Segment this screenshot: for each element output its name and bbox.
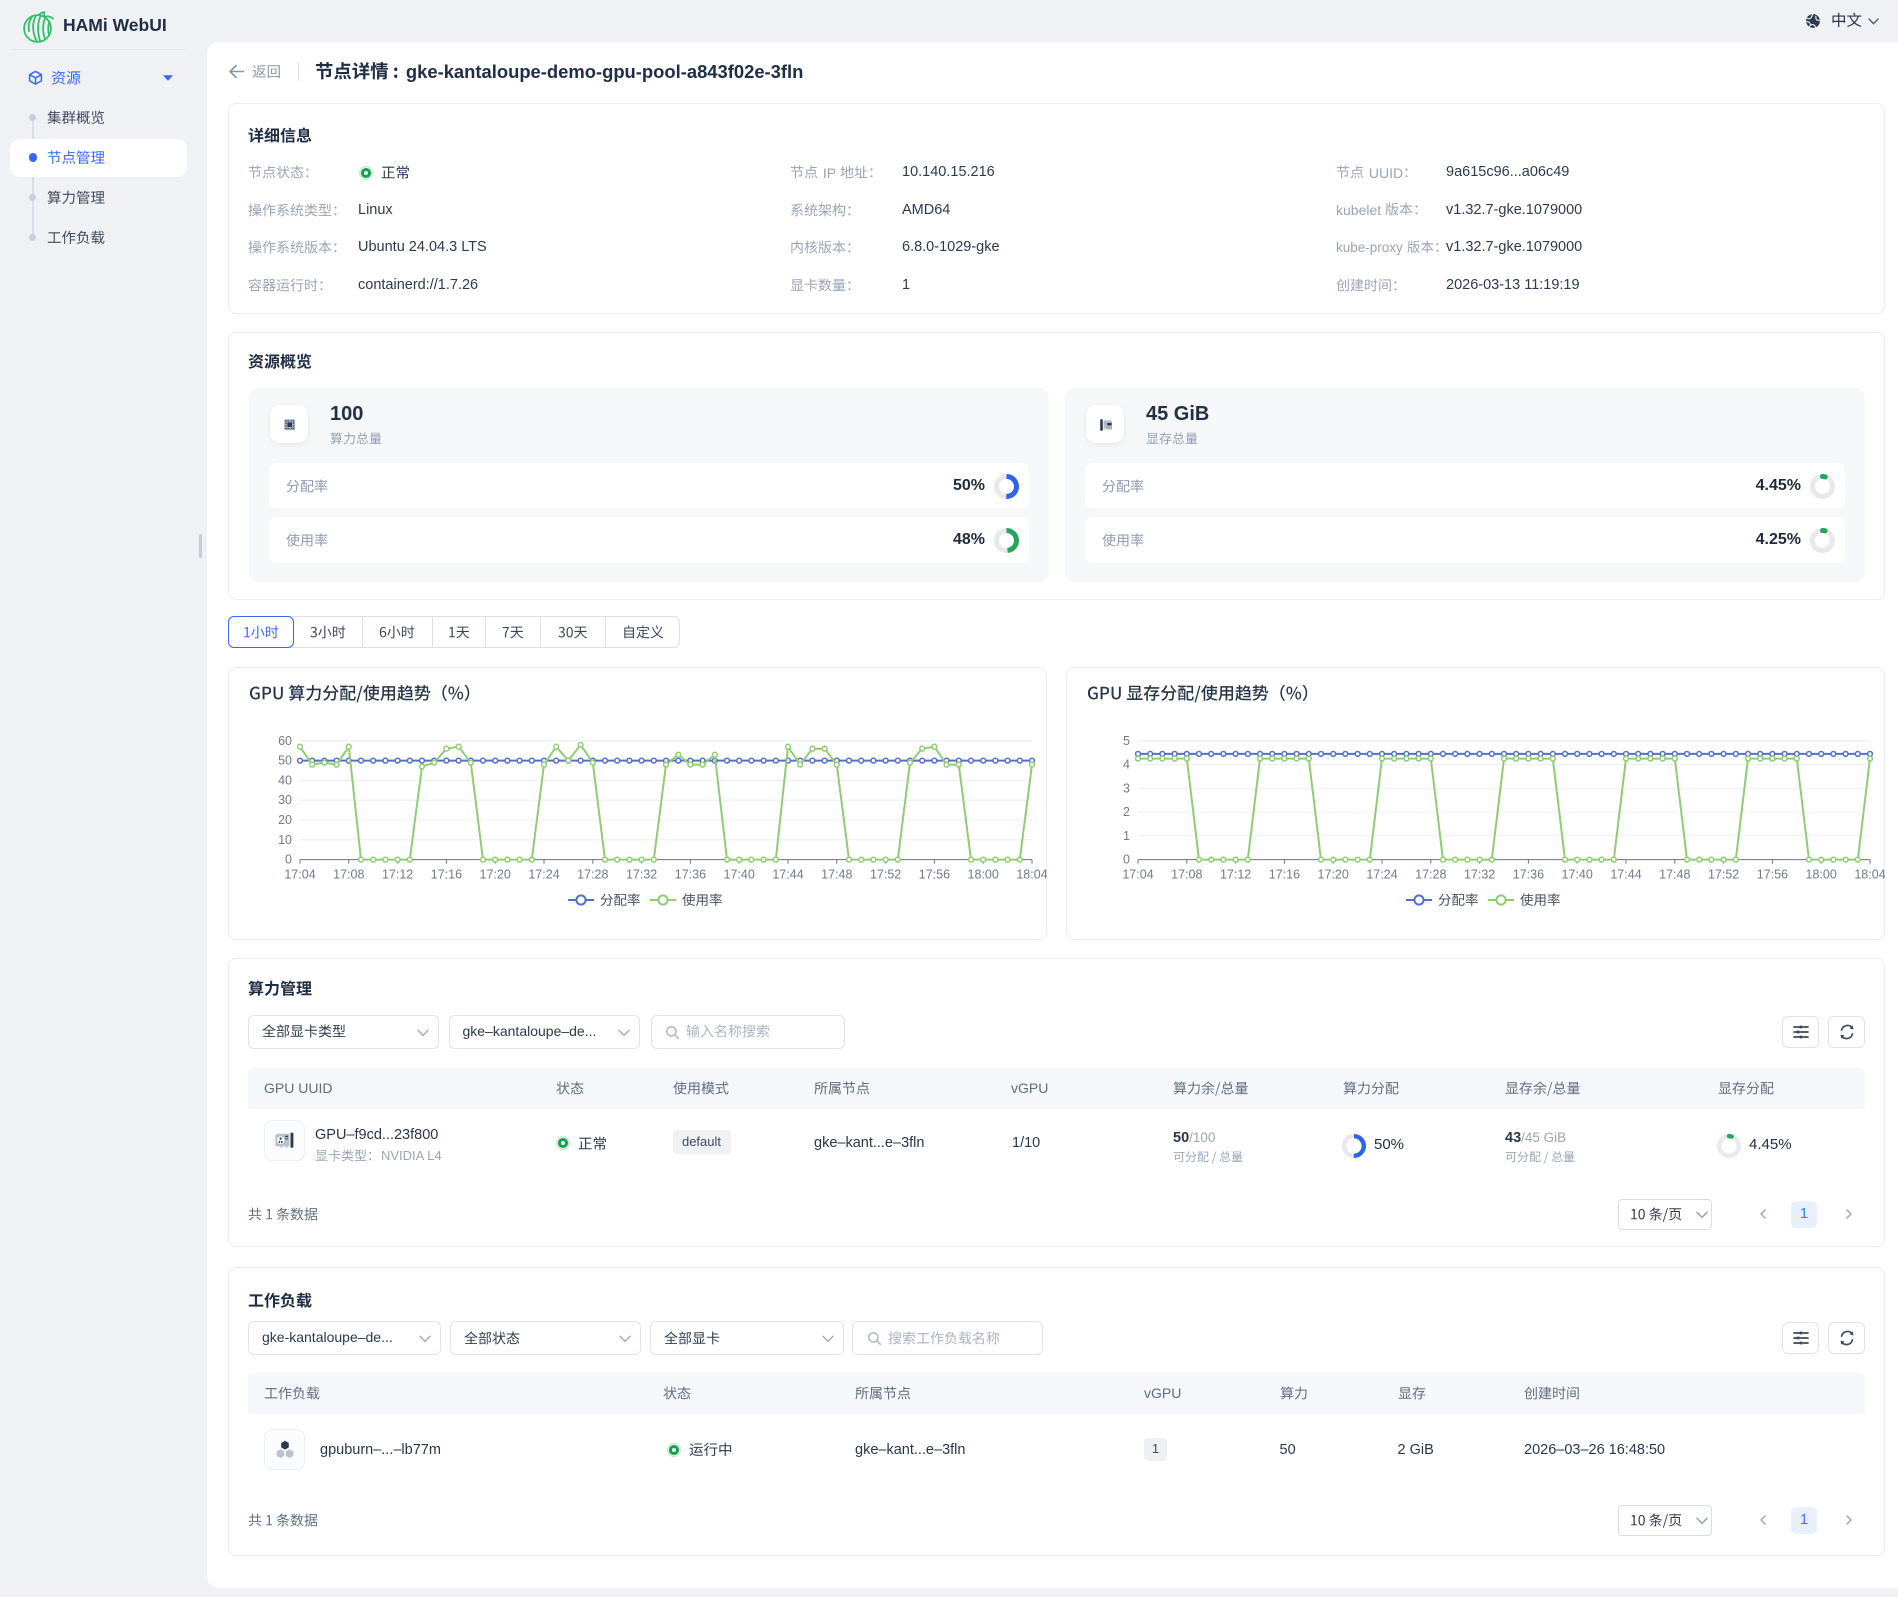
svg-text:17:04: 17:04 xyxy=(1122,868,1153,882)
svg-text:10: 10 xyxy=(278,833,292,847)
svg-text:17:16: 17:16 xyxy=(1269,868,1300,882)
svg-text:5: 5 xyxy=(1123,734,1130,748)
svg-text:17:48: 17:48 xyxy=(821,868,852,882)
svg-text:17:56: 17:56 xyxy=(919,868,950,882)
svg-text:17:44: 17:44 xyxy=(1610,868,1641,882)
svg-text:17:52: 17:52 xyxy=(870,868,901,882)
svg-text:18:00: 18:00 xyxy=(968,868,999,882)
svg-text:20: 20 xyxy=(278,813,292,827)
svg-text:17:04: 17:04 xyxy=(284,868,315,882)
svg-text:18:04: 18:04 xyxy=(1016,868,1047,882)
svg-text:17:20: 17:20 xyxy=(1318,868,1349,882)
svg-text:30: 30 xyxy=(278,793,292,807)
svg-text:0: 0 xyxy=(285,853,292,867)
svg-text:17:24: 17:24 xyxy=(1366,868,1397,882)
svg-text:17:16: 17:16 xyxy=(431,868,462,882)
svg-text:17:56: 17:56 xyxy=(1757,868,1788,882)
svg-text:1: 1 xyxy=(1123,829,1130,843)
svg-text:17:08: 17:08 xyxy=(333,868,364,882)
svg-text:0: 0 xyxy=(1123,853,1130,867)
svg-text:17:24: 17:24 xyxy=(528,868,559,882)
svg-text:40: 40 xyxy=(278,773,292,787)
svg-text:17:08: 17:08 xyxy=(1171,868,1202,882)
svg-text:17:28: 17:28 xyxy=(1415,868,1446,882)
svg-text:60: 60 xyxy=(278,734,292,748)
svg-text:17:32: 17:32 xyxy=(1464,868,1495,882)
svg-text:2: 2 xyxy=(1123,805,1130,819)
svg-text:18:00: 18:00 xyxy=(1806,868,1837,882)
svg-text:17:48: 17:48 xyxy=(1659,868,1690,882)
svg-text:17:52: 17:52 xyxy=(1708,868,1739,882)
svg-text:17:28: 17:28 xyxy=(577,868,608,882)
svg-text:17:36: 17:36 xyxy=(1513,868,1544,882)
svg-text:18:04: 18:04 xyxy=(1854,868,1885,882)
svg-text:50: 50 xyxy=(278,754,292,768)
svg-text:17:40: 17:40 xyxy=(1562,868,1593,882)
svg-text:17:44: 17:44 xyxy=(772,868,803,882)
svg-text:17:40: 17:40 xyxy=(724,868,755,882)
svg-text:3: 3 xyxy=(1123,781,1130,795)
svg-text:17:32: 17:32 xyxy=(626,868,657,882)
svg-text:17:12: 17:12 xyxy=(1220,868,1251,882)
svg-text:4: 4 xyxy=(1123,758,1130,772)
svg-text:17:20: 17:20 xyxy=(480,868,511,882)
svg-text:17:12: 17:12 xyxy=(382,868,413,882)
svg-text:17:36: 17:36 xyxy=(675,868,706,882)
